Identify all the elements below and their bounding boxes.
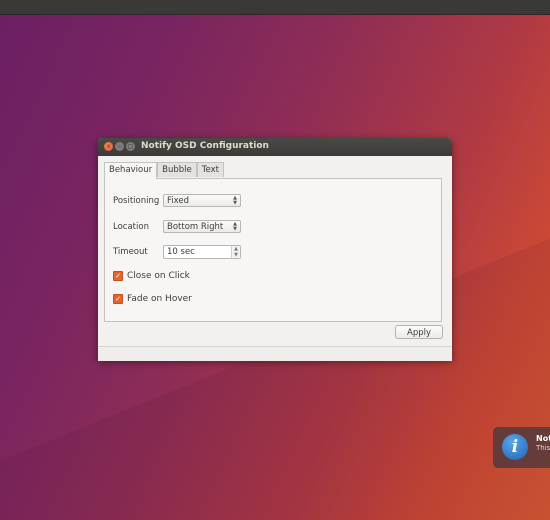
- close-on-click-checkbox[interactable]: ✓: [113, 271, 123, 281]
- notification-title: Noti: [536, 434, 550, 443]
- timeout-value: 10 sec: [167, 247, 195, 257]
- maximize-window-button[interactable]: □: [126, 142, 135, 151]
- positioning-value: Fixed: [167, 196, 190, 206]
- status-bar: [98, 346, 452, 361]
- location-row: Location Bottom Right ▲ ▼: [113, 220, 241, 233]
- timeout-spinbox[interactable]: 10 sec ▲ ▼: [163, 245, 241, 259]
- combo-arrows-icon: ▲ ▼: [233, 221, 237, 232]
- close-on-click-row[interactable]: ✓ Close on Click: [113, 271, 190, 281]
- notify-osd-config-window: × – □ Notify OSD Configuration Behaviour…: [98, 138, 452, 361]
- close-on-click-label: Close on Click: [127, 271, 190, 281]
- spin-arrows-icon[interactable]: ▲ ▼: [231, 246, 240, 258]
- tab-bubble[interactable]: Bubble: [157, 162, 197, 177]
- tab-behaviour[interactable]: Behaviour: [104, 162, 158, 179]
- tab-bar: Behaviour Bubble Text: [104, 162, 224, 179]
- combo-arrows-icon: ▲ ▼: [233, 195, 237, 206]
- minimize-window-button[interactable]: –: [115, 142, 124, 151]
- behaviour-panel: Positioning Fixed ▲ ▼ Location Bottom Rig…: [104, 178, 442, 322]
- fade-on-hover-label: Fade on Hover: [127, 294, 192, 304]
- timeout-row: Timeout 10 sec ▲ ▼: [113, 245, 241, 259]
- location-label: Location: [113, 221, 149, 232]
- positioning-combobox[interactable]: Fixed ▲ ▼: [163, 194, 241, 207]
- fade-on-hover-checkbox[interactable]: ✓: [113, 294, 123, 304]
- location-combobox[interactable]: Bottom Right ▲ ▼: [163, 220, 241, 233]
- notification-bubble: i Noti This: [493, 427, 550, 468]
- info-icon: i: [502, 434, 528, 460]
- window-title: Notify OSD Configuration: [141, 141, 269, 151]
- notification-body: This: [536, 444, 550, 452]
- close-window-button[interactable]: ×: [104, 142, 113, 151]
- apply-button[interactable]: Apply: [395, 325, 443, 339]
- window-titlebar[interactable]: × – □ Notify OSD Configuration: [98, 138, 452, 156]
- tab-text[interactable]: Text: [196, 162, 224, 177]
- timeout-label: Timeout: [113, 247, 148, 257]
- location-value: Bottom Right: [167, 222, 224, 232]
- positioning-row: Positioning Fixed ▲ ▼: [113, 194, 241, 207]
- positioning-label: Positioning: [113, 195, 160, 206]
- top-panel: [0, 0, 550, 15]
- fade-on-hover-row[interactable]: ✓ Fade on Hover: [113, 294, 192, 304]
